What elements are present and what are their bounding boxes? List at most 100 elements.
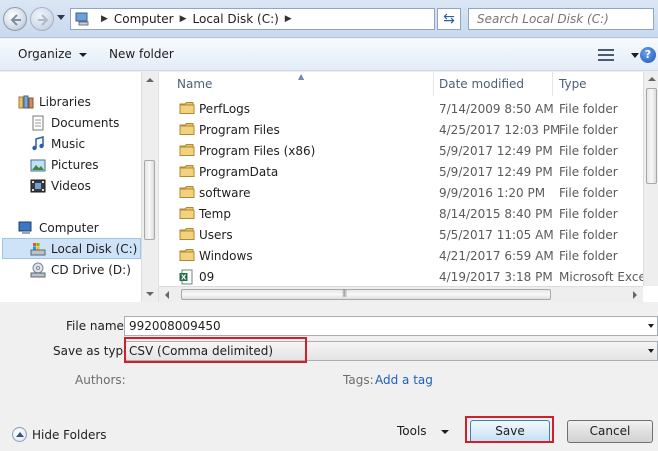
add-tag-link[interactable]: Add a tag [375,373,433,387]
scroll-up-icon[interactable] [648,77,656,81]
scroll-up-icon[interactable] [146,78,154,82]
file-row[interactable]: Users 5/5/2017 11:05 AM File folder [177,224,658,245]
nav-pictures[interactable]: Pictures [30,157,99,173]
file-row[interactable]: Program Files 4/25/2017 12:03 PM File fold… [177,119,658,140]
views-icon[interactable] [598,49,614,61]
nav-label: Pictures [51,158,99,172]
highlight-box [124,337,307,363]
libraries-icon [18,95,34,109]
dialog-footer: Hide Folders Tools Save Cancel [0,408,658,451]
organize-menu[interactable]: Organize [18,47,87,61]
breadcrumb[interactable]: ▶ Computer ▶ Local Disk (C:) ▶ [70,8,435,30]
views-dropdown[interactable] [631,53,639,58]
nav-label: Libraries [39,95,91,109]
breadcrumb-local-disk[interactable]: Local Disk (C:) [193,12,279,26]
nav-music[interactable]: Music [30,136,85,152]
file-list: ▲ Name Date modified Type PerfLogs 7/14/2… [158,72,658,302]
scroll-thumb[interactable] [181,289,551,300]
column-header-date[interactable]: Date modified [439,72,524,96]
chevron-down-icon[interactable] [648,324,654,328]
file-name: Program Files (x86) [199,144,316,158]
file-name: Temp [199,207,231,221]
file-type: File folder [559,102,618,116]
search-box[interactable] [468,8,654,30]
folder-icon [179,143,195,160]
file-date: 8/14/2015 8:40 PM [439,207,553,221]
file-name-input[interactable] [125,317,657,335]
nav-label: Music [51,137,86,151]
scroll-thumb[interactable] [144,160,155,240]
column-header-type[interactable]: Type [559,72,587,96]
file-name-box[interactable] [124,316,658,336]
save-as-type-label: Save as type: [53,344,135,358]
folder-icon [179,185,195,202]
breadcrumb-computer[interactable]: Computer [114,12,174,26]
folder-icon [179,206,195,223]
file-date: 5/9/2017 12:49 PM [439,165,553,179]
grip-icon: ||| [342,289,347,297]
file-row[interactable]: ProgramData 5/9/2017 12:49 PM File folder [177,161,658,182]
file-name-label: File name: [66,319,128,333]
file-type: File folder [559,144,618,158]
nav-local-disk[interactable]: Local Disk (C:) [2,238,141,259]
help-icon[interactable]: ? [640,47,656,63]
column-divider[interactable] [552,72,553,96]
nav-computer[interactable]: Computer [18,220,99,236]
scroll-left-icon[interactable] [165,291,169,299]
search-input[interactable] [469,9,653,29]
forward-arrow-icon [38,14,49,26]
file-row[interactable]: Temp 8/14/2015 8:40 PM File folder [177,203,658,224]
nav-libraries[interactable]: Libraries [18,94,91,110]
hide-folders-button[interactable]: Hide Folders [12,427,107,442]
refresh-button[interactable]: ⇆ [437,8,461,30]
file-row[interactable]: Windows 4/21/2017 6:59 AM File folder [177,245,658,266]
computer-icon [75,12,89,26]
file-row[interactable]: software 9/9/2016 1:20 PM File folder [177,182,658,203]
file-list-vertical-scrollbar[interactable] [643,72,658,286]
chevron-right-icon[interactable]: ▶ [101,14,108,24]
nav-cd-drive[interactable]: CD Drive (D:) [30,262,131,278]
column-divider[interactable] [433,72,434,96]
file-type: File folder [559,249,618,263]
command-toolbar: Organize New folder ? [0,39,658,71]
hide-folders-label: Hide Folders [32,427,107,442]
forward-button[interactable] [30,7,54,31]
nav-label: Local Disk (C:) [51,241,138,256]
chevron-right-icon[interactable]: ▶ [180,14,187,24]
refresh-icon: ⇆ [443,11,455,27]
file-date: 9/9/2016 1:20 PM [439,186,546,200]
file-name: ProgramData [199,165,279,179]
back-button[interactable] [3,7,27,31]
column-header-name[interactable]: Name [177,72,212,96]
chevron-down-icon[interactable] [648,349,654,353]
file-row[interactable]: PerfLogs 7/14/2009 8:50 AM File folder [177,98,658,119]
tools-menu[interactable]: Tools [397,424,449,438]
chevron-right-icon[interactable]: ▶ [285,14,292,24]
computer-icon [18,221,32,234]
nav-scrollbar[interactable] [141,72,157,302]
documents-icon [32,115,44,131]
scroll-right-icon[interactable] [633,291,637,299]
scroll-thumb[interactable] [646,88,657,184]
file-type: File folder [559,165,618,179]
file-type: File folder [559,207,618,221]
new-folder-button[interactable]: New folder [109,47,174,61]
file-date: 4/25/2017 12:03 PM [439,123,561,137]
folder-icon [179,122,195,139]
scroll-down-icon[interactable] [146,292,154,296]
hard-drive-icon [30,242,46,255]
pictures-icon [30,159,46,172]
file-row[interactable]: Program Files (x86) 5/9/2017 12:49 PM File… [177,140,658,161]
file-list-horizontal-scrollbar[interactable]: ||| [159,286,643,302]
recent-pages-dropdown[interactable] [57,15,65,20]
file-name: software [199,186,251,200]
nav-documents[interactable]: Documents [30,115,119,131]
tags-label: Tags: [343,373,374,387]
sort-ascending-icon: ▲ [298,72,305,81]
file-row[interactable]: X094/19/2017 3:18 PMMicrosoft Excel C... [177,266,658,287]
cancel-button[interactable]: Cancel [567,420,653,443]
authors-label: Authors: [75,373,126,387]
file-name: Windows [199,249,253,263]
nav-videos[interactable]: Videos [30,178,91,194]
address-bar: ▶ Computer ▶ Local Disk (C:) ▶ ⇆ [0,0,658,38]
